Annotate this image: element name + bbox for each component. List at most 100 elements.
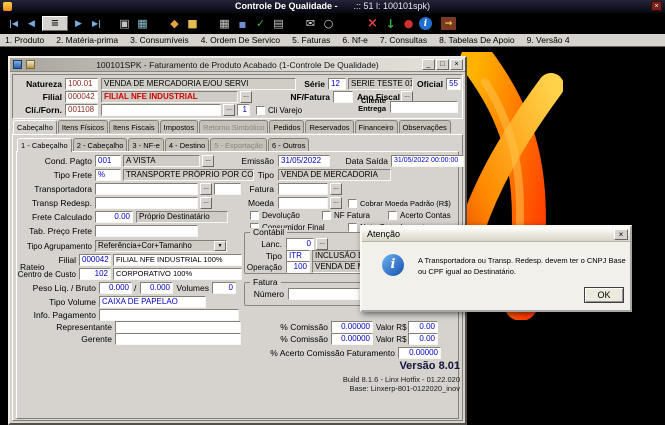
menu-item-8[interactable]: 8. Tabelas De Apoio (439, 35, 514, 45)
print-button[interactable]: ▤ (271, 16, 286, 31)
transportadora-field[interactable] (95, 183, 198, 195)
subtab-5[interactable]: 5 - Exportação (210, 138, 267, 151)
tipo-agrupamento-select[interactable]: Referência+Cor+Tamanho (95, 240, 227, 252)
acerto-comissao-field[interactable]: 0.00000 (398, 347, 441, 359)
gerente-field[interactable] (115, 333, 241, 345)
info-button[interactable]: i (419, 17, 432, 30)
tab-9[interactable]: Observações (399, 120, 451, 133)
menu-item-2[interactable]: 2. Matéria-prima (56, 35, 118, 45)
lanc-lookup-button[interactable]: ... (316, 238, 328, 250)
subtab-2[interactable]: 2 - Cabeçalho (73, 138, 128, 151)
moeda-lookup-button[interactable]: ... (330, 197, 342, 209)
menu-item-3[interactable]: 3. Consumíveis (130, 35, 189, 45)
devolucao-checkbox[interactable] (250, 211, 259, 220)
centro-custo-desc-field[interactable]: CORPORATIVO 100% (113, 268, 242, 280)
records-list-button[interactable]: ≡ (42, 16, 68, 31)
form-close-button[interactable]: × (450, 59, 463, 70)
camera-button[interactable]: ▣ (117, 16, 132, 31)
nota-complementar-checkbox[interactable] (348, 223, 357, 232)
form-window-titlebar[interactable]: 100101SPK - Faturamento de Produto Acaba… (10, 58, 465, 72)
tab-1[interactable]: Cabeçalho (13, 120, 57, 134)
menu-item-5[interactable]: 5. Faturas (292, 35, 330, 45)
comissao1-field[interactable]: 0.00000 (331, 321, 373, 333)
frete-tipo-field[interactable]: Próprio Destinatário (136, 211, 228, 223)
cancel-button[interactable]: × (365, 16, 380, 31)
emissao-field[interactable]: 31/05/2022 (278, 155, 330, 167)
folder-button[interactable]: ■ (185, 16, 200, 31)
rateio-filial-desc-field[interactable]: FILIAL NFE INDUSTRIAL 100% (113, 254, 242, 266)
tipo-volume-field[interactable]: CAIXA DE PAPELAO (99, 296, 206, 308)
natureza-desc-field[interactable]: VENDA DE MERCADORIA E/OU SERVI (101, 78, 296, 90)
transp-redesp-field[interactable] (95, 197, 198, 209)
cond-pagto-desc-field[interactable]: A VISTA (123, 155, 200, 167)
dialog-close-button[interactable]: × (614, 229, 628, 240)
representante-field[interactable] (115, 321, 241, 333)
stop-button[interactable]: ● (401, 16, 416, 31)
numero-field[interactable] (288, 288, 360, 300)
fatura-field[interactable] (278, 183, 328, 195)
data-saida-field[interactable]: 31/05/2022 00:00:00 (391, 155, 464, 167)
tab-3[interactable]: Itens Fiscais (109, 120, 159, 133)
tab-6[interactable]: Pedidos (269, 120, 304, 133)
info-pagamento-field[interactable] (99, 309, 239, 321)
tab-8[interactable]: Financeiro (355, 120, 398, 133)
cliente-entrega-field[interactable] (390, 101, 458, 113)
exit-button[interactable]: → (441, 17, 456, 30)
calculator-button[interactable]: ▦ (217, 16, 232, 31)
window-close-button[interactable]: × (651, 1, 662, 11)
subtab-4[interactable]: 4 - Destino (165, 138, 209, 151)
oficial-field[interactable]: 55 (446, 78, 461, 90)
menu-item-6[interactable]: 6. Nf-e (342, 35, 368, 45)
tab-7[interactable]: Reservados (305, 120, 353, 133)
form-restore-button[interactable]: □ (436, 59, 449, 70)
lanc-field[interactable]: 0 (286, 238, 314, 250)
filial-code-field[interactable]: 000042 (65, 91, 98, 103)
frete-calculado-field[interactable]: 0.00 (95, 211, 133, 223)
cli-varejo-checkbox[interactable] (256, 106, 265, 115)
bookmark-button[interactable]: ◆ (167, 16, 182, 31)
serie-desc-field[interactable]: SERIE TESTE 01.1 (348, 78, 413, 90)
valor1-field[interactable]: 0.00 (408, 321, 438, 333)
filial-desc-field[interactable]: FILIAL NFE INDUSTRIAL (101, 91, 238, 103)
previous-record-button[interactable]: ◀ (24, 16, 39, 31)
tab-5[interactable]: Retorno Simbólico (199, 120, 268, 133)
tipo-frete-code-field[interactable]: % (95, 169, 121, 181)
picture-button[interactable]: ▦ (135, 16, 150, 31)
serie-code-field[interactable]: 12 (328, 78, 346, 90)
cond-pagto-code-field[interactable]: 001 (95, 155, 121, 167)
cobrar-moeda-checkbox[interactable] (348, 199, 357, 208)
comissao2-field[interactable]: 0.00000 (331, 333, 373, 345)
last-record-button[interactable]: ▶| (89, 16, 104, 31)
subtab-3[interactable]: 3 - NF-e (128, 138, 164, 151)
export-button[interactable]: ↓ (383, 16, 398, 31)
volumes-field[interactable]: 0 (212, 282, 236, 294)
tipo-field[interactable]: VENDA DE MERCADORIA (278, 169, 391, 181)
confirm-button[interactable]: ✓ (253, 16, 268, 31)
cli-forn-desc-field[interactable] (101, 104, 221, 116)
tab-preco-frete-field[interactable] (95, 225, 198, 237)
valor2-field[interactable]: 0.00 (408, 333, 438, 345)
dialog-titlebar[interactable]: Atenção × (362, 227, 630, 242)
fatura-lookup-button[interactable]: ... (330, 183, 342, 195)
tipo-agrupamento-dropdown-button[interactable]: ▼ (214, 241, 226, 251)
next-record-button[interactable]: ▶ (71, 16, 86, 31)
tab-4[interactable]: Impostos (160, 120, 198, 133)
subtab-6[interactable]: 6 - Outros (268, 138, 309, 151)
peso-bruto-field[interactable]: 0.000 (140, 282, 173, 294)
ok-button[interactable]: OK (584, 287, 624, 303)
peso-liq-field[interactable]: 0.000 (99, 282, 132, 294)
cli-forn-lookup-button[interactable]: ... (223, 104, 235, 116)
menu-item-1[interactable]: 1. Produto (5, 35, 44, 45)
cli-forn-code-field[interactable]: 001108 (65, 104, 98, 116)
acerto-contas-checkbox[interactable] (388, 211, 397, 220)
save-button[interactable]: ▪ (235, 16, 250, 31)
form-minimize-button[interactable]: _ (422, 59, 435, 70)
subtab-1[interactable]: 1 - Cabeçalho (17, 138, 72, 152)
search-button[interactable]: ○ (321, 16, 336, 31)
first-record-button[interactable]: |◀ (6, 16, 21, 31)
menu-item-7[interactable]: 7. Consultas (380, 35, 427, 45)
menu-item-9[interactable]: 9. Versão 4 (527, 35, 570, 45)
tab-2[interactable]: Itens Físicos (58, 120, 108, 133)
moeda-field[interactable] (278, 197, 328, 209)
filial-lookup-button[interactable]: ... (240, 91, 252, 103)
